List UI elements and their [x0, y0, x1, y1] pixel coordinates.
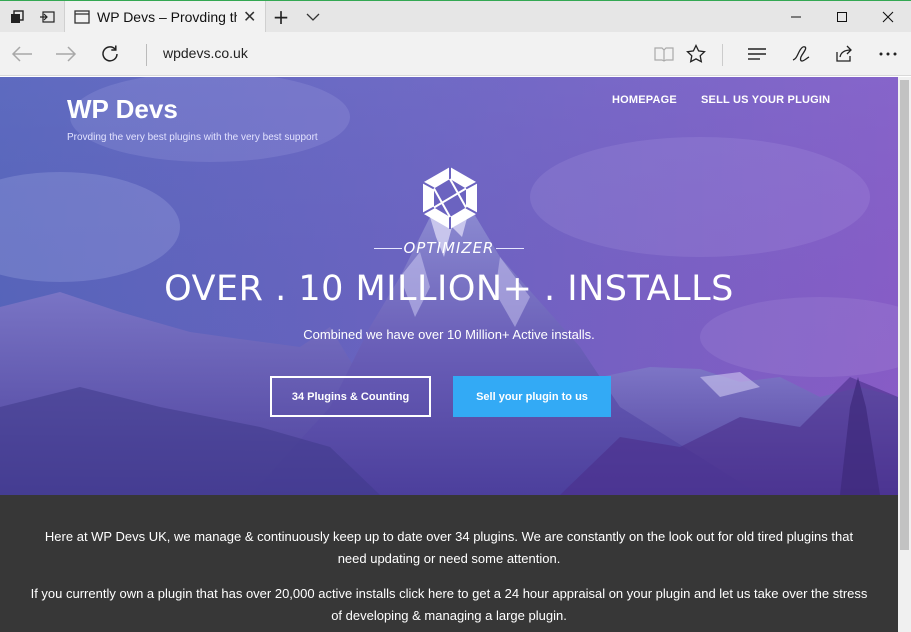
- close-icon[interactable]: ✕: [243, 7, 256, 26]
- intro-paragraph: Here at WP Devs UK, we manage & continuo…: [44, 529, 854, 566]
- share-icon[interactable]: [826, 32, 862, 76]
- sell-your-plugin-button[interactable]: Sell your plugin to us: [453, 376, 611, 417]
- favorite-star-icon[interactable]: [678, 32, 714, 76]
- tab-title: WP Devs – Provding the: [97, 9, 237, 25]
- hero-headline: OVER . 10 MILLION+ . INSTALLS: [164, 269, 734, 309]
- web-note-icon[interactable]: [783, 32, 819, 76]
- site-tagline: Provding the very best plugins with the …: [67, 132, 318, 143]
- browser-tab[interactable]: WP Devs – Provding the ✕: [64, 1, 266, 33]
- site-title[interactable]: WP Devs: [67, 94, 178, 125]
- maximize-icon[interactable]: [819, 1, 865, 33]
- nav-sell-us-your-plugin[interactable]: SELL US YOUR PLUGIN: [701, 94, 830, 106]
- address-bar: wpdevs.co.uk: [0, 32, 911, 76]
- reading-view-icon[interactable]: [646, 32, 682, 76]
- title-bar: WP Devs – Provding the ✕ +: [0, 0, 911, 33]
- page-icon: [74, 9, 90, 28]
- hub-icon[interactable]: [739, 32, 775, 76]
- back-arrow-icon[interactable]: [0, 32, 44, 76]
- url-field[interactable]: wpdevs.co.uk: [163, 45, 248, 61]
- nav-homepage[interactable]: HOMEPAGE: [612, 94, 677, 106]
- set-aside-tabs-icon[interactable]: [36, 1, 58, 33]
- hexagon-logo-icon: [422, 167, 478, 229]
- new-tab-icon[interactable]: +: [270, 1, 292, 33]
- hero-subline: Combined we have over 10 Million+ Active…: [303, 327, 595, 342]
- hero-section: WP Devs Provding the very best plugins w…: [0, 77, 898, 495]
- minimize-icon[interactable]: [773, 1, 819, 33]
- appraisal-paragraph: If you currently own a plugin that has o…: [30, 586, 868, 623]
- forward-arrow-icon[interactable]: [44, 32, 88, 76]
- plugins-counting-button[interactable]: 34 Plugins & Counting: [270, 376, 431, 417]
- tab-list-icon[interactable]: [302, 1, 324, 33]
- tab-manager-icon[interactable]: [6, 1, 28, 33]
- badge-line-right: [496, 248, 524, 249]
- intro-section: Here at WP Devs UK, we manage & continuo…: [0, 495, 898, 632]
- more-icon[interactable]: [870, 32, 906, 76]
- refresh-icon[interactable]: [88, 32, 132, 76]
- url-separator: [146, 44, 147, 66]
- toolbar-separator: [722, 44, 723, 66]
- scrollbar-thumb[interactable]: [900, 80, 909, 550]
- window-close-icon[interactable]: [865, 1, 911, 33]
